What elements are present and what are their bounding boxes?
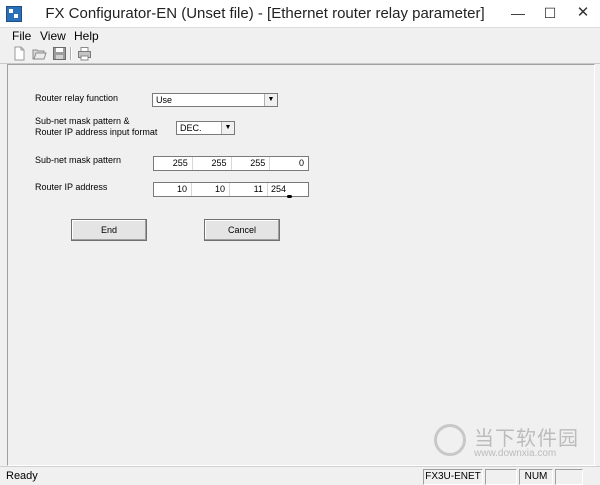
open-folder-icon[interactable] [32, 46, 47, 61]
router-ip-input[interactable]: 10 10 11 254 [153, 182, 309, 197]
router-relay-function-label: Router relay function [35, 93, 119, 103]
cancel-button[interactable]: Cancel [204, 219, 280, 241]
input-format-value: DEC. [180, 123, 202, 133]
status-num-pane: NUM [519, 469, 553, 485]
title-bar: FX Configurator-EN (Unset file) - [Ether… [0, 0, 600, 28]
watermark: 当下软件园 www.downxia.com [434, 420, 584, 465]
input-format-select[interactable]: DEC. ▼ [176, 121, 235, 135]
status-empty-pane-2 [555, 469, 583, 485]
mouse-cursor-icon [287, 195, 292, 198]
router-ip-octet-2[interactable]: 10 [192, 183, 230, 196]
router-relay-function-select[interactable]: Use ▼ [152, 93, 278, 107]
end-button[interactable]: End [71, 219, 147, 241]
toolbar-separator [70, 47, 72, 60]
status-bar: Ready FX3U-ENET NUM [0, 466, 600, 485]
status-text: Ready [6, 470, 38, 482]
menu-file[interactable]: File [12, 28, 31, 44]
router-ip-octet-1[interactable]: 10 [154, 183, 192, 196]
minimize-button[interactable]: — [502, 0, 534, 27]
dialog-area: Router relay function Use ▼ Sub-net mask… [7, 64, 595, 466]
app-icon[interactable] [6, 6, 22, 22]
subnet-octet-1[interactable]: 255 [154, 157, 193, 170]
router-ip-label: Router IP address [35, 182, 108, 192]
menu-view[interactable]: View [40, 28, 66, 44]
chevron-down-icon[interactable]: ▼ [264, 94, 277, 106]
close-button[interactable]: ✕ [566, 0, 600, 27]
menu-help[interactable]: Help [74, 28, 99, 44]
status-empty-pane [485, 469, 517, 485]
toolbar [0, 44, 600, 64]
watermark-logo-icon [434, 424, 466, 456]
subnet-octet-2[interactable]: 255 [193, 157, 232, 170]
subnet-octet-3[interactable]: 255 [232, 157, 271, 170]
format-label-line2: Router IP address input format [35, 127, 158, 137]
subnet-octet-4[interactable]: 0 [270, 157, 308, 170]
save-icon[interactable] [52, 46, 67, 61]
subnet-mask-input[interactable]: 255 255 255 0 [153, 156, 309, 171]
format-label-line1: Sub-net mask pattern & [35, 116, 130, 126]
router-ip-octet-3[interactable]: 11 [230, 183, 268, 196]
window-title: FX Configurator-EN (Unset file) - [Ether… [45, 5, 485, 22]
chevron-down-icon[interactable]: ▼ [221, 122, 234, 134]
menu-bar: File View Help [0, 28, 600, 44]
status-model-pane: FX3U-ENET [423, 469, 483, 485]
watermark-url: www.downxia.com [474, 448, 557, 459]
new-file-icon[interactable] [12, 46, 27, 61]
watermark-text: 当下软件园 [474, 428, 579, 450]
print-icon[interactable] [77, 46, 92, 61]
maximize-button[interactable]: ☐ [534, 0, 566, 27]
router-relay-function-value: Use [156, 95, 173, 105]
subnet-mask-label: Sub-net mask pattern [35, 155, 122, 165]
